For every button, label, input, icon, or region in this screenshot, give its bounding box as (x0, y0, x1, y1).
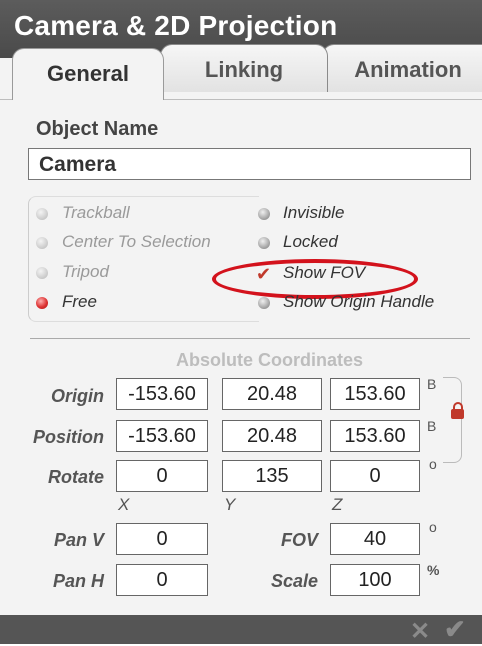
toggle-locked[interactable] (258, 237, 270, 249)
radio-label-trackball: Trackball (62, 203, 130, 222)
radio-trackball[interactable] (36, 208, 48, 220)
lock-bracket (443, 377, 462, 463)
radio-tripod[interactable] (36, 267, 48, 279)
rotate-label: Rotate (47, 467, 104, 487)
origin-label: Origin (51, 386, 104, 406)
scale-field[interactable]: 100 (330, 564, 420, 596)
axis-label-z: Z (332, 495, 343, 514)
origin-z-field[interactable]: 153.60 (330, 378, 420, 410)
rotate-x-field[interactable]: 0 (116, 460, 208, 492)
tab-linking[interactable]: Linking (160, 44, 328, 92)
origin-x-field[interactable]: -153.60 (116, 378, 208, 410)
fov-field[interactable]: 40 (330, 523, 420, 555)
axis-label-x: X (118, 495, 130, 514)
radio-label-center-to-selection: Center To Selection (62, 232, 211, 251)
fov-unit: o (429, 519, 437, 535)
origin-y-field[interactable]: 20.48 (222, 378, 322, 410)
origin-unit: B (427, 376, 437, 392)
scale-label: Scale (270, 571, 318, 591)
position-unit: B (427, 418, 437, 434)
position-y-field[interactable]: 20.48 (222, 420, 322, 452)
camera-projection-dialog: Camera & 2D Projection Animation Linking… (0, 0, 482, 646)
rotate-y-field[interactable]: 135 (222, 460, 322, 492)
dialog-title: Camera & 2D Projection (14, 10, 338, 41)
rotate-unit: o (429, 456, 437, 472)
lock-icon[interactable] (451, 402, 464, 419)
pan-h-label: Pan H (52, 571, 104, 591)
fov-label: FOV (280, 530, 318, 550)
toggle-invisible[interactable] (258, 208, 270, 220)
pan-v-field[interactable]: 0 (116, 523, 208, 555)
pan-v-label: Pan V (53, 530, 104, 550)
radio-free[interactable] (36, 297, 48, 309)
toggle-label-show-origin-handle: Show Origin Handle (283, 292, 435, 311)
toggle-show-origin-handle[interactable] (258, 297, 270, 309)
position-z-field[interactable]: 153.60 (330, 420, 420, 452)
section-divider (30, 338, 470, 339)
radio-label-tripod: Tripod (62, 262, 109, 281)
checkmark-icon[interactable]: ✔ (444, 614, 466, 645)
radio-center-to-selection[interactable] (36, 237, 48, 249)
radio-label-free: Free (62, 292, 97, 311)
position-x-field[interactable]: -153.60 (116, 420, 208, 452)
toggle-label-locked: Locked (283, 232, 338, 251)
scale-unit: % (427, 562, 440, 578)
position-label: Position (33, 427, 104, 447)
x-icon[interactable]: ✕ (410, 617, 430, 646)
toggle-label-invisible: Invisible (283, 203, 345, 222)
object-name-label: Object Name (36, 118, 159, 140)
object-name-field[interactable]: Camera (28, 148, 471, 180)
pan-h-field[interactable]: 0 (116, 564, 208, 596)
absolute-coordinates-title: Absolute Coordinates (176, 350, 364, 370)
rotate-z-field[interactable]: 0 (330, 460, 420, 492)
tab-animation[interactable]: Animation (322, 44, 482, 92)
axis-label-y: Y (224, 495, 236, 514)
tab-general[interactable]: General (12, 48, 164, 100)
